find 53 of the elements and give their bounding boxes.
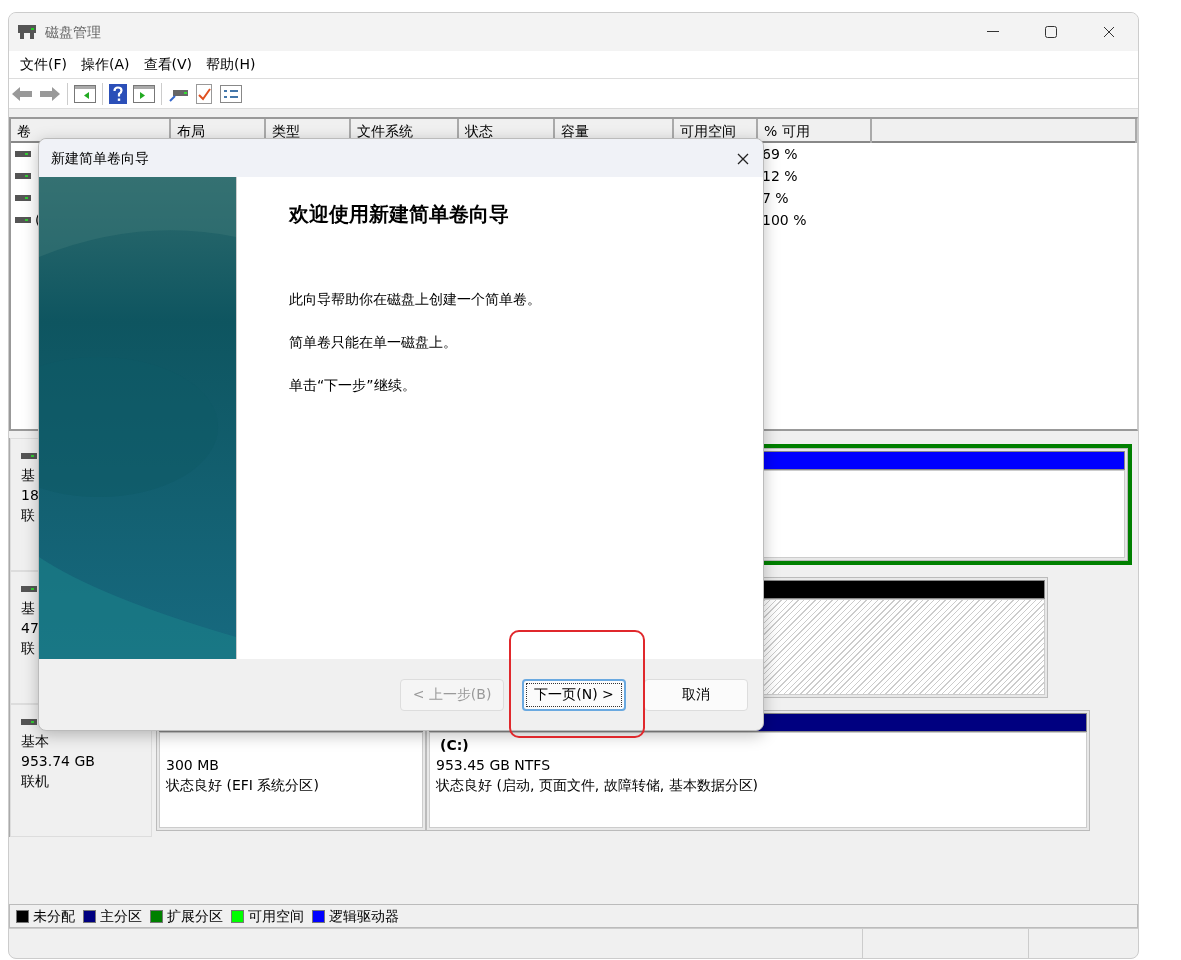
wizard-button[interactable]: 取消 [644,678,748,711]
drive-icon [21,453,37,459]
partition-status: 状态良好 (EFI 系统分区) [166,776,320,795]
disk-label: 联机 [21,772,50,791]
window-title: 磁盘管理 [45,22,101,42]
drive-icon [21,719,37,725]
wizard-text: 单击“下一步”继续。 [289,376,417,395]
partition-name: (C:) [439,736,470,755]
legend-label: 未分配 [33,906,75,926]
menu-item[interactable]: 操作(A) [74,54,137,75]
console-tree-icon[interactable] [74,84,96,103]
legend-label: 逻辑驱动器 [329,906,399,926]
properties-icon[interactable] [220,84,242,103]
menu-item[interactable]: 文件(F) [13,54,74,75]
disk-label: 18 [21,486,40,505]
dialog-title: 新建简单卷向导 [51,148,149,168]
drive-icon [21,586,37,592]
action-pane-icon[interactable] [133,84,155,103]
wizard-button[interactable]: 下一页(N) > [522,678,626,711]
disk-label: 953.74 GB [21,752,96,771]
legend-label: 扩展分区 [167,906,223,926]
partition-size: 953.45 GB NTFS [436,756,552,775]
disk-label: 联 [21,506,36,525]
drive-icon [15,195,31,201]
menu-item[interactable]: 帮助(H) [199,54,263,75]
disk-management-icon [17,23,37,41]
disk-label: 联 [21,639,36,658]
help-icon[interactable] [109,83,127,104]
disk-label: 基本 [21,732,50,751]
legend-label: 可用空间 [248,906,304,926]
wizard-heading: 欢迎使用新建简单卷向导 [289,201,510,228]
wizard-text: 简单卷只能在单一磁盘上。 [289,333,458,352]
close-icon[interactable] [737,152,749,165]
maximize-icon[interactable] [1045,26,1057,38]
disk-label: 47 [21,619,40,638]
menu-item[interactable]: 查看(V) [136,54,199,75]
legend-label: 主分区 [100,906,142,926]
partition-size: 300 MB [166,756,220,775]
table-cell-text: 100 % [762,211,807,230]
disk-label: 基 [21,466,36,485]
wizard-text: 此向导帮助你在磁盘上创建一个简单卷。 [289,290,542,309]
partition-status: 状态良好 (启动, 页面文件, 故障转储, 基本数据分区) [436,776,760,795]
back-arrow-icon[interactable] [11,84,33,103]
minimize-icon[interactable] [987,31,999,33]
drive-icon [15,217,31,223]
close-icon[interactable] [1103,26,1115,38]
partition[interactable]: (C:) 953.45 GB NTFS 状态良好 (启动, 页面文件, 故障转储, 基本数据分区) [426,710,1090,831]
table-cell-text: 12 % [762,167,798,186]
disk-label: 基 [21,599,36,618]
drive-icon [15,173,31,179]
drive-icon [15,151,31,157]
checklist-icon[interactable] [196,83,214,104]
forward-arrow-icon[interactable] [39,84,61,103]
